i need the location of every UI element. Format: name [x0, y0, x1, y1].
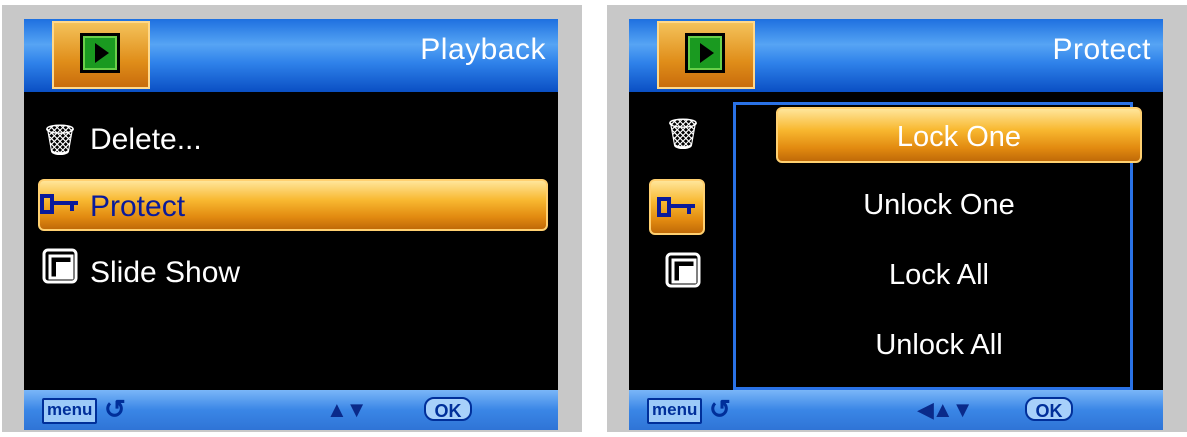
option-unlock-one[interactable]: Unlock One [756, 177, 1122, 233]
top-bar: Protect [629, 19, 1163, 92]
ok-button[interactable]: OK [424, 397, 472, 421]
bottom-bar: menu ↺ ▲▼ OK [24, 390, 558, 430]
protect-screen: Protect 🗑 Lock One Unlock One Lock All U… [607, 5, 1187, 432]
menu-button[interactable]: menu [42, 398, 98, 424]
playback-mode-indicator [52, 21, 150, 89]
top-bar: Playback [24, 19, 558, 92]
playback-screen: Playback 🗑 Delete... Protect Slide Show m… [2, 5, 582, 432]
play-icon [685, 33, 725, 73]
bottom-bar: menu ↺ ◀▲▼ OK [629, 390, 1163, 430]
menu-button[interactable]: menu [647, 398, 703, 424]
option-unlock-all[interactable]: Unlock All [756, 317, 1122, 373]
slideshow-icon[interactable] [659, 245, 707, 293]
menu-item-label: Protect [90, 190, 186, 223]
menu-item-label: Delete... [90, 123, 202, 156]
key-icon [40, 182, 80, 234]
page-title: Protect [1052, 33, 1151, 66]
page-title: Playback [420, 33, 546, 66]
trash-icon: 🗑 [40, 124, 80, 158]
playback-mode-indicator [657, 21, 755, 89]
menu-item-protect[interactable]: Protect [38, 179, 548, 231]
back-arrow-icon: ↺ [104, 394, 126, 424]
option-lock-all[interactable]: Lock All [756, 247, 1122, 303]
slideshow-icon [40, 248, 80, 301]
ok-button[interactable]: OK [1025, 397, 1073, 421]
back-arrow-icon: ↺ [709, 394, 731, 424]
trash-icon[interactable]: 🗑 [659, 111, 707, 159]
lcd-display: Protect 🗑 Lock One Unlock One Lock All U… [629, 19, 1163, 430]
left-up-down-arrows-icon: ◀▲▼ [917, 397, 973, 422]
up-down-arrows-icon: ▲▼ [326, 397, 368, 422]
option-lock-one[interactable]: Lock One [776, 107, 1142, 163]
menu-item-delete[interactable]: 🗑 Delete... [40, 114, 540, 166]
menu-item-label: Slide Show [90, 256, 241, 289]
lcd-display: Playback 🗑 Delete... Protect Slide Show m… [24, 19, 558, 430]
key-icon[interactable] [649, 179, 705, 235]
play-icon [80, 33, 120, 73]
protect-submenu: Lock One Unlock One Lock All Unlock All [733, 102, 1142, 390]
menu-item-slide-show[interactable]: Slide Show [40, 247, 540, 299]
